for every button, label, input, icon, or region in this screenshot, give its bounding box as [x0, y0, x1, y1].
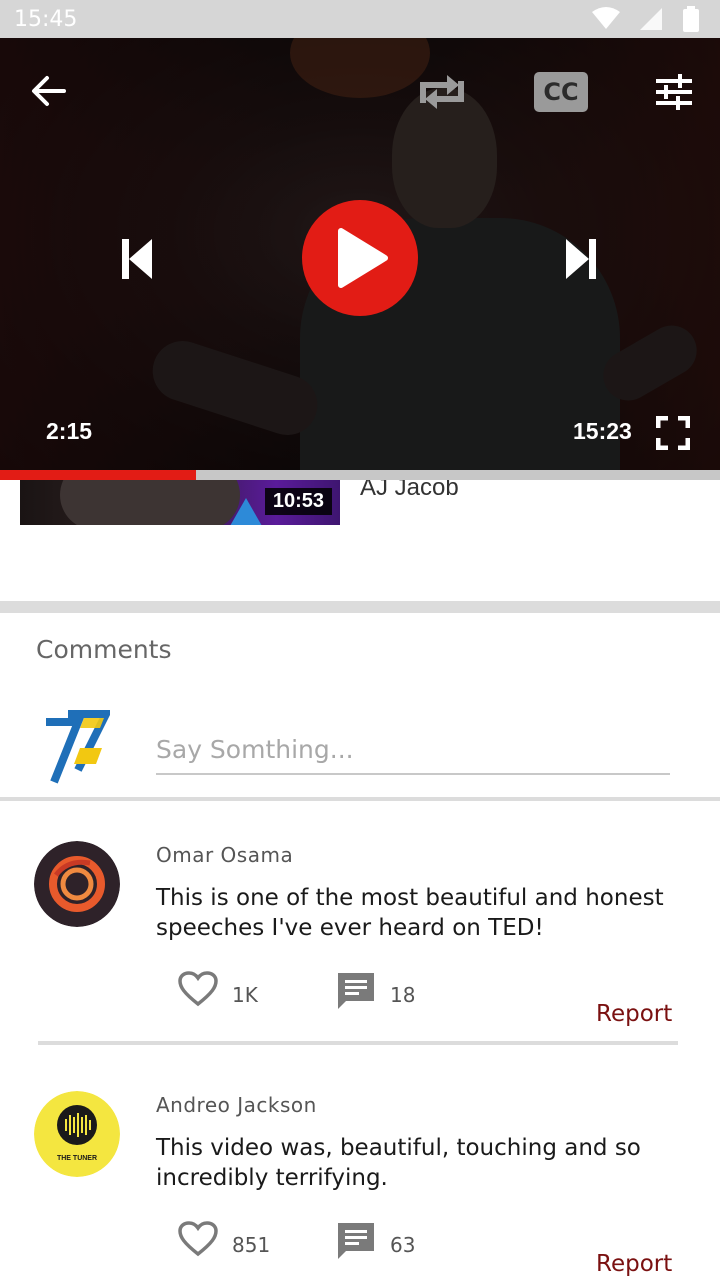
comment-author: Omar Osama: [156, 843, 294, 867]
up-next-thumbnail[interactable]: 10:53: [20, 480, 340, 525]
like-button[interactable]: [178, 971, 222, 1011]
signal-icon: [638, 6, 664, 37]
up-next-item[interactable]: 10:53 AJ Jacob: [0, 480, 720, 601]
fullscreen-button[interactable]: [652, 412, 694, 454]
brand-logo-icon: [46, 710, 113, 784]
compose-divider: [0, 797, 720, 801]
skip-previous-icon: [122, 239, 152, 279]
tuner-logo-icon: THE TUNER: [34, 1091, 120, 1177]
current-time: 2:15: [46, 418, 93, 444]
repeat-icon: [420, 75, 464, 109]
comment-avatar[interactable]: [34, 841, 120, 927]
comment-input[interactable]: [156, 725, 670, 775]
comment-item: Omar Osama This is one of the most beaut…: [0, 841, 720, 1081]
tuner-logo-text: THE TUNER: [57, 1155, 97, 1162]
up-next-duration: 10:53: [264, 488, 332, 515]
comment-text: This video was, beautiful, touching and …: [156, 1135, 641, 1191]
status-icons: [592, 6, 700, 37]
fullscreen-icon: [656, 416, 690, 450]
wifi-icon: [592, 7, 620, 36]
status-time: 15:45: [14, 7, 78, 32]
previous-button[interactable]: [112, 234, 162, 284]
like-count: 1K: [232, 983, 258, 1007]
report-link[interactable]: Report: [596, 1251, 672, 1277]
section-divider: [0, 601, 720, 613]
play-button[interactable]: [302, 200, 418, 316]
report-link[interactable]: Report: [596, 1001, 672, 1027]
reply-button[interactable]: [336, 971, 382, 1015]
like-button[interactable]: [178, 1221, 222, 1261]
cc-button[interactable]: CC: [534, 72, 588, 112]
comment-icon: [338, 973, 374, 1009]
reply-button[interactable]: [336, 1221, 382, 1265]
thumbnail-shape: [230, 498, 262, 525]
thumbnail-speaker: [60, 480, 240, 525]
status-bar: 15:45: [0, 0, 720, 38]
comment-item: THE TUNER Andreo Jackson This video was,…: [0, 1091, 720, 1280]
heart-icon: [178, 1221, 218, 1257]
comment-avatar[interactable]: THE TUNER: [34, 1091, 120, 1177]
seek-bar-progress: [0, 470, 196, 480]
comment-divider: [38, 1041, 678, 1045]
heart-icon: [178, 971, 218, 1007]
up-next-author: AJ Jacob: [360, 480, 459, 501]
next-button[interactable]: [556, 234, 606, 284]
cc-icon: CC: [543, 78, 579, 106]
back-button[interactable]: [24, 70, 72, 112]
video-player[interactable]: CC 2:15 15:23: [0, 38, 720, 470]
back-arrow-icon: [32, 76, 66, 106]
like-count: 851: [232, 1233, 271, 1257]
play-icon: [338, 228, 388, 288]
skip-next-icon: [566, 239, 596, 279]
total-time: 15:23: [573, 418, 632, 444]
battery-icon: [682, 6, 700, 37]
comments-title: Comments: [36, 635, 172, 664]
user-avatar[interactable]: [44, 708, 113, 784]
reply-count: 63: [390, 1233, 416, 1257]
comment-author: Andreo Jackson: [156, 1093, 317, 1117]
comment-text: This is one of the most beautiful and ho…: [156, 885, 664, 941]
comment-icon: [338, 1223, 374, 1259]
seek-bar[interactable]: [0, 470, 720, 480]
tune-icon: [656, 74, 692, 110]
settings-button[interactable]: [650, 70, 698, 114]
repeat-button[interactable]: [414, 68, 470, 116]
swirl-logo-icon: [34, 841, 120, 927]
reply-count: 18: [390, 983, 416, 1007]
